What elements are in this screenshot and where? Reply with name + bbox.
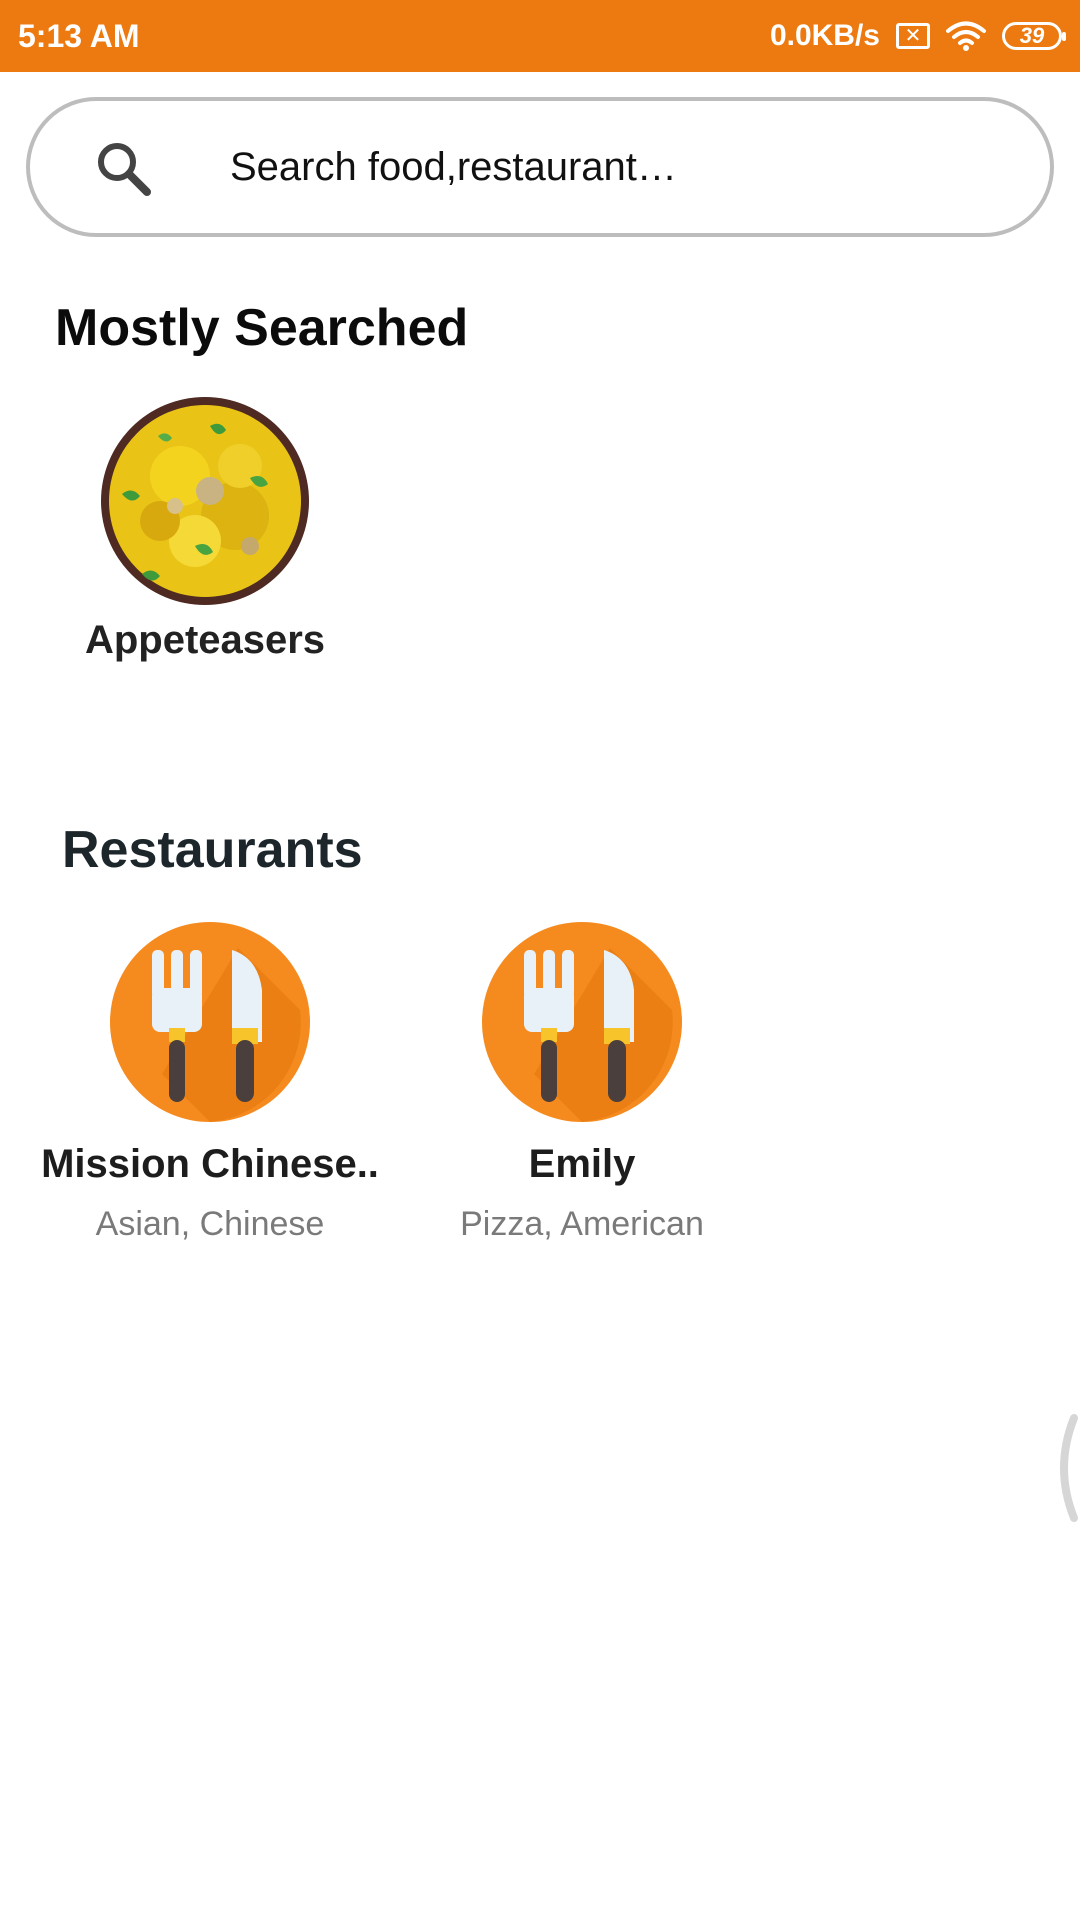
category-label: Appeteasers <box>84 618 326 662</box>
fork-knife-icon[interactable] <box>482 922 682 1122</box>
battery-indicator: 39 <box>1002 22 1066 50</box>
restaurant-name: Emily <box>528 1142 636 1186</box>
food-rice-image[interactable] <box>100 396 310 606</box>
restaurants-title: Restaurants <box>62 821 363 879</box>
search-icon[interactable] <box>94 139 154 199</box>
sim-x-icon: ✕ <box>896 23 930 49</box>
network-speed: 0.0KB/s <box>769 19 880 52</box>
status-indicators: 0.0KB/s ✕ 39 <box>769 14 1066 58</box>
fork-knife-icon[interactable] <box>110 922 310 1122</box>
restaurant-cuisine: Pizza, American <box>460 1205 704 1243</box>
category-item-appeteasers[interactable]: Appeteasers <box>60 396 350 666</box>
status-bar: 5:13 AM 0.0KB/s ✕ 39 <box>0 0 1080 72</box>
restaurant-card-emily[interactable]: Emily Pizza, American <box>402 922 762 1246</box>
restaurant-name: Mission Chinese.. <box>41 1142 379 1186</box>
edge-swipe-handle[interactable] <box>1048 1412 1080 1524</box>
search-bar[interactable] <box>26 97 1054 237</box>
search-input[interactable] <box>230 131 1010 203</box>
status-time: 5:13 AM <box>18 18 140 54</box>
mostly-searched-title: Mostly Searched <box>55 299 469 357</box>
restaurant-card-mission-chinese[interactable]: Mission Chinese.. Asian, Chinese <box>30 922 390 1246</box>
restaurant-cuisine: Asian, Chinese <box>95 1205 325 1243</box>
wifi-icon <box>946 21 986 51</box>
